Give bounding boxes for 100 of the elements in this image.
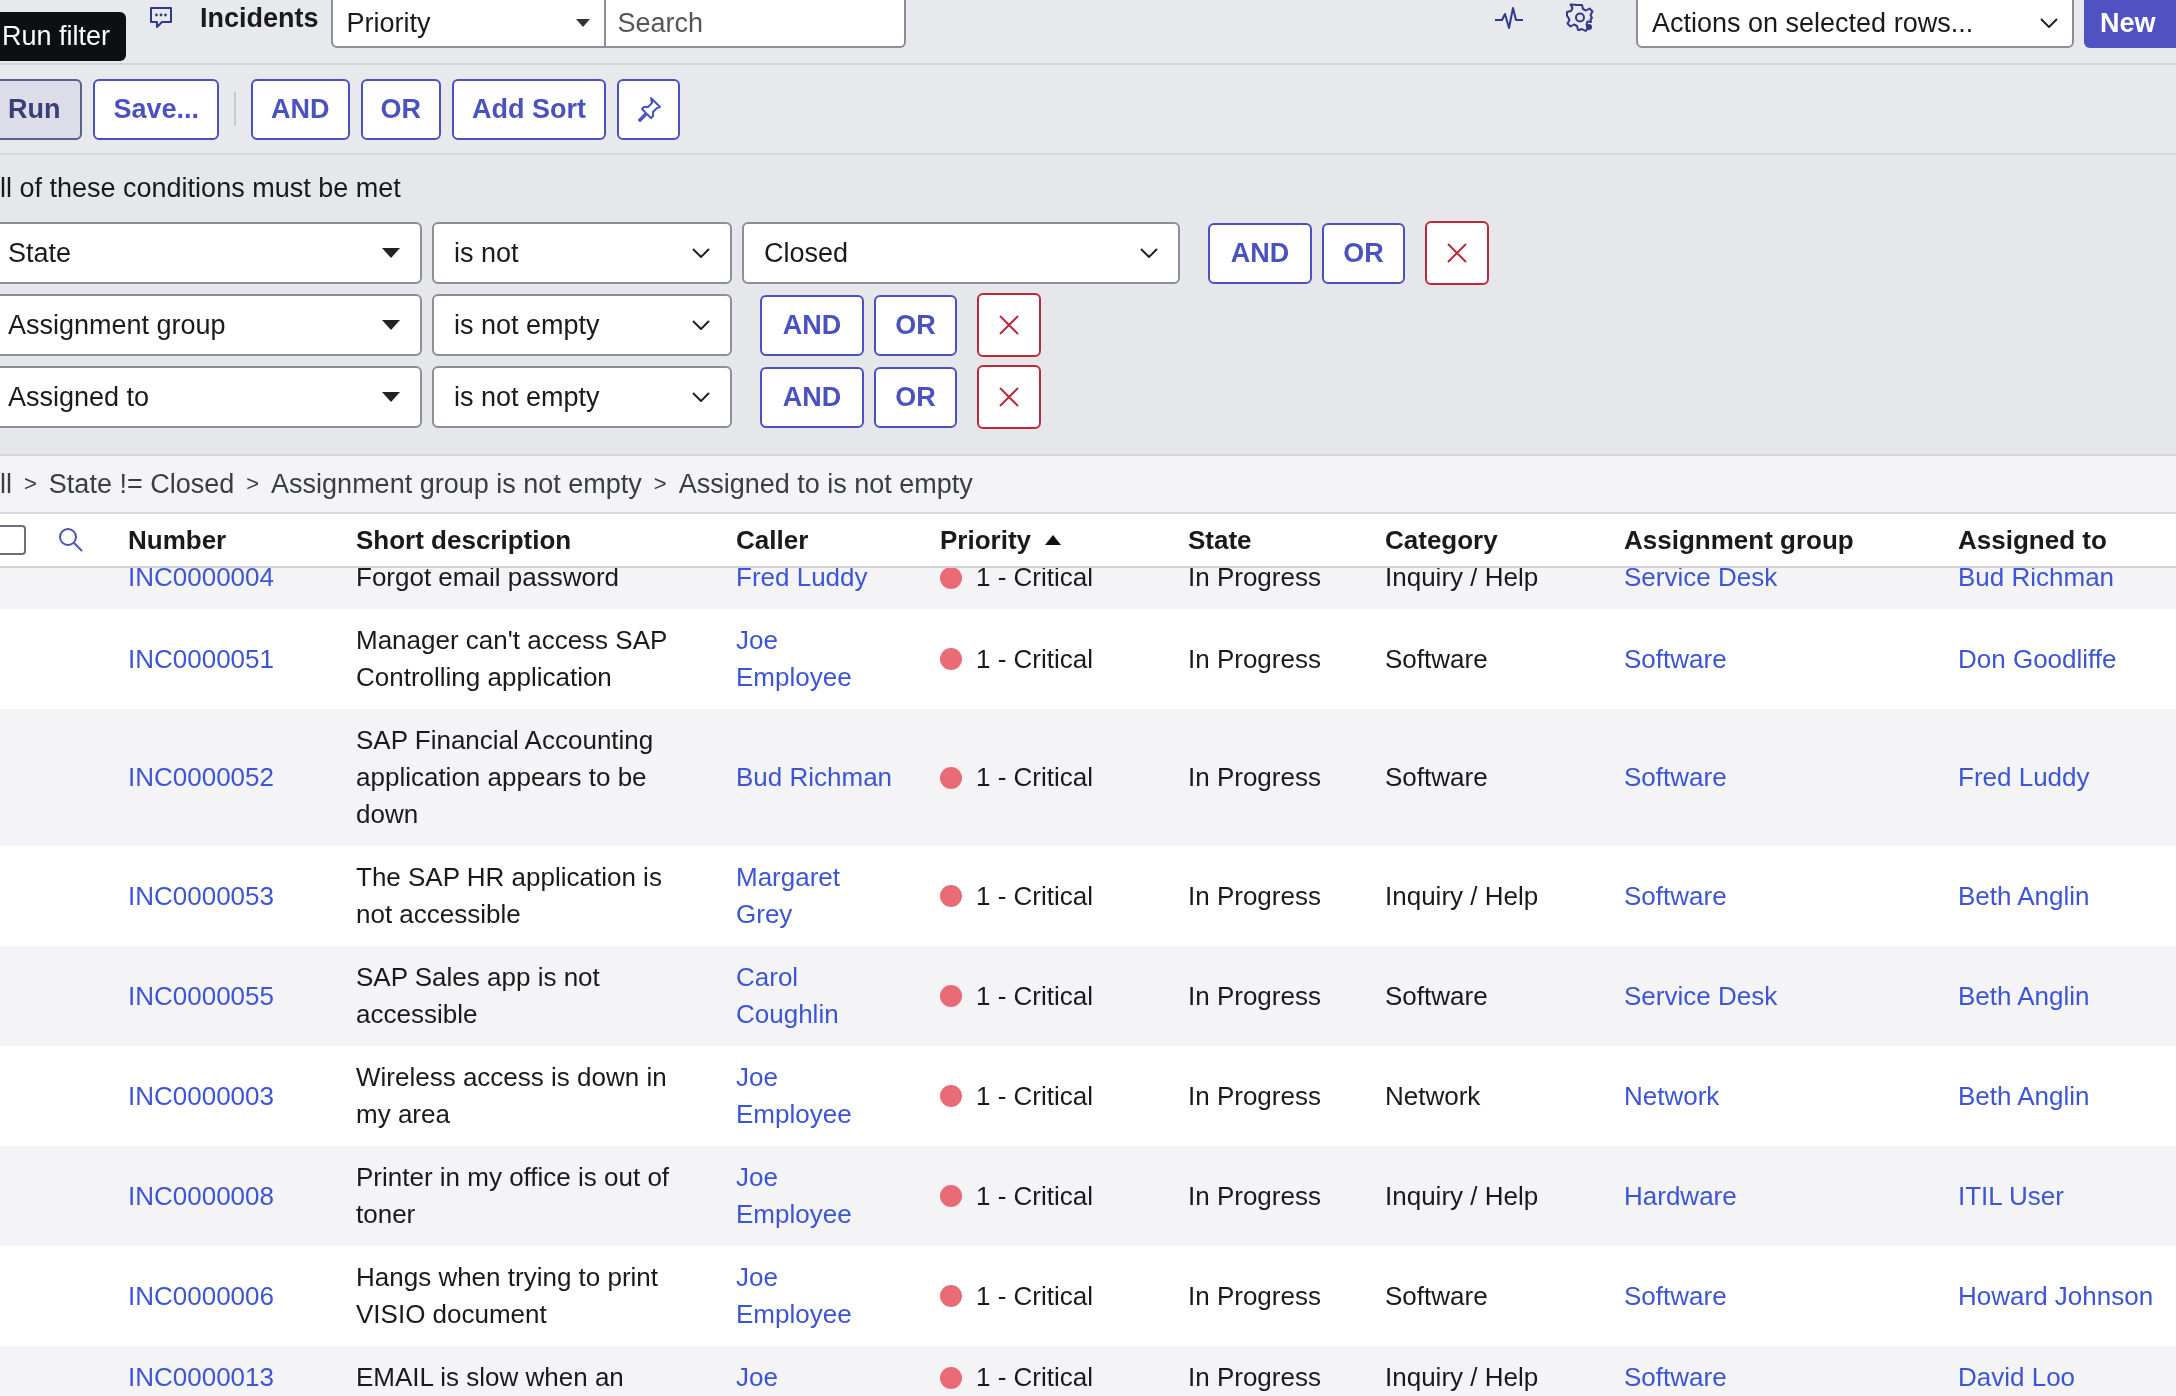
assigned-to-link[interactable]: David Loo	[1958, 1362, 2076, 1392]
condition-button[interactable]: OR	[1322, 222, 1405, 284]
operator-select[interactable]: is not empty	[432, 294, 732, 356]
close-icon	[998, 386, 1020, 408]
caller-link[interactable]: Joe Employee	[736, 622, 898, 696]
close-icon	[1446, 242, 1468, 264]
pulse-icon[interactable]	[1494, 6, 1524, 32]
assigned-to-link[interactable]: Howard Johnson	[1958, 1280, 2154, 1311]
table-cell: Software	[1385, 643, 1488, 674]
breadcrumb-link[interactable]: ll	[0, 468, 12, 500]
remove-condition-button[interactable]	[977, 293, 1041, 357]
assigned-to-link[interactable]: Fred Luddy	[1958, 762, 2090, 792]
assigned-to-link[interactable]: Don Goodliffe	[1958, 643, 2117, 674]
table-cell-text: 1 - Critical	[976, 568, 1093, 594]
chevron-down-icon	[2040, 18, 2058, 28]
toolbar-button[interactable]: OR	[360, 78, 442, 140]
breadcrumb-link[interactable]: Assignment group is not empty	[271, 468, 642, 500]
priority-dot-icon	[940, 648, 962, 670]
incident-number-link[interactable]: INC0000008	[128, 1180, 274, 1211]
remove-condition-button[interactable]	[977, 365, 1041, 429]
run-button[interactable]: Run	[0, 78, 83, 140]
table-cell: In Progress	[1188, 880, 1321, 911]
field-select[interactable]: Assigned to	[0, 366, 422, 428]
assigned-to-link[interactable]: Beth Anglin	[1958, 880, 2090, 911]
column-header[interactable]: Category	[1385, 524, 1498, 556]
table-cell: Software	[1385, 980, 1488, 1011]
assignment-group-link[interactable]: Hardware	[1624, 1180, 1737, 1211]
column-header[interactable]: Caller	[736, 524, 809, 556]
assignment-group-link[interactable]: Software	[1624, 643, 1727, 674]
search-field-select[interactable]: Priority	[330, 0, 606, 48]
field-select[interactable]: State	[0, 222, 422, 284]
column-header[interactable]: Assigned to	[1958, 524, 2107, 556]
list-title: Incidents	[200, 3, 319, 34]
table-cell-text: 1 - Critical	[976, 642, 1093, 676]
column-header[interactable]: State	[1188, 524, 1252, 556]
assigned-to-link[interactable]: ITIL User	[1958, 1180, 2064, 1211]
pin-button[interactable]	[617, 78, 681, 140]
caret-icon	[382, 320, 400, 330]
condition-button[interactable]: AND	[1208, 222, 1312, 284]
caller-link[interactable]: Margaret Grey	[736, 859, 898, 933]
search-field[interactable]: Search	[605, 0, 906, 48]
field-select[interactable]: Assignment group	[0, 294, 422, 356]
incident-number-link[interactable]: INC0000013	[128, 1362, 274, 1392]
assigned-to-link[interactable]: Beth Anglin	[1958, 1080, 2090, 1111]
operator-select[interactable]: is not empty	[432, 366, 732, 428]
incident-number-link[interactable]: INC0000051	[128, 643, 274, 674]
column-header[interactable]: Short description	[356, 524, 572, 556]
condition-button[interactable]: OR	[874, 294, 957, 356]
assignment-group-link[interactable]: Software	[1624, 1280, 1727, 1311]
breadcrumb-separator: >	[24, 471, 37, 497]
caller-link[interactable]: Joe Employee	[736, 1059, 898, 1133]
priority-dot-icon	[940, 1185, 962, 1207]
incident-number-link[interactable]: INC0000052	[128, 762, 274, 792]
search-icon[interactable]	[58, 527, 84, 553]
incident-number-link[interactable]: INC0000003	[128, 1080, 274, 1111]
incident-number-link[interactable]: INC0000055	[128, 980, 274, 1011]
assignment-group-link[interactable]: Software	[1624, 1362, 1727, 1392]
remove-condition-button[interactable]	[1425, 221, 1489, 285]
breadcrumb-link[interactable]: State != Closed	[48, 468, 235, 500]
table-cell: In Progress	[1188, 980, 1321, 1011]
assigned-to-link[interactable]: Beth Anglin	[1958, 980, 2090, 1011]
column-header[interactable]: Priority	[940, 524, 1032, 556]
condition-button[interactable]: OR	[874, 366, 957, 428]
column-header[interactable]: Assignment group	[1624, 524, 1854, 556]
incident-number-link[interactable]: INC0000004	[128, 568, 274, 592]
select-all-checkbox[interactable]	[0, 525, 26, 555]
toolbar-button[interactable]: Save...	[93, 78, 220, 140]
caller-link[interactable]: Carol Coughlin	[736, 959, 898, 1033]
toolbar-button[interactable]: Add Sort	[452, 78, 607, 140]
table-cell: In Progress	[1188, 1080, 1321, 1111]
caller-link[interactable]: Joe Employee	[736, 1159, 898, 1233]
actions-select[interactable]: Actions on selected rows...	[1636, 0, 2074, 48]
operator-select[interactable]: is not	[432, 222, 732, 284]
caller-link[interactable]: Joe Employee	[736, 1259, 898, 1333]
incident-number-link[interactable]: INC0000053	[128, 880, 274, 911]
breadcrumb-link[interactable]: Assigned to is not empty	[678, 468, 973, 500]
close-icon	[998, 314, 1020, 336]
table-cell-text: 1 - Critical	[976, 1361, 1093, 1394]
assignment-group-link[interactable]: Software	[1624, 762, 1727, 792]
condition-button[interactable]: AND	[760, 366, 864, 428]
assignment-group-link[interactable]: Software	[1624, 880, 1727, 911]
assignment-group-link[interactable]: Service Desk	[1624, 568, 1778, 592]
new-button[interactable]: New	[2084, 0, 2176, 48]
assignment-group-link[interactable]: Service Desk	[1624, 980, 1778, 1011]
condition-button[interactable]: AND	[760, 294, 864, 356]
caller-link[interactable]: Joe	[736, 1359, 778, 1396]
table-cell: In Progress	[1188, 1362, 1321, 1392]
assignment-group-link[interactable]: Network	[1624, 1080, 1720, 1111]
table-cell: Inquiry / Help	[1385, 1180, 1539, 1211]
priority-dot-icon	[940, 766, 962, 789]
chat-bubble-icon[interactable]	[148, 5, 174, 31]
caller-link[interactable]: Fred Luddy	[736, 568, 868, 596]
toolbar-button[interactable]: AND	[251, 78, 350, 140]
value-select[interactable]: Closed	[742, 222, 1180, 284]
column-header[interactable]: Number	[128, 524, 227, 556]
assigned-to-link[interactable]: Bud Richman	[1958, 568, 2115, 592]
incident-number-link[interactable]: INC0000006	[128, 1280, 274, 1311]
settings-icon[interactable]	[1564, 2, 1596, 34]
caller-link[interactable]: Bud Richman	[736, 759, 893, 796]
caret-icon	[575, 19, 590, 27]
